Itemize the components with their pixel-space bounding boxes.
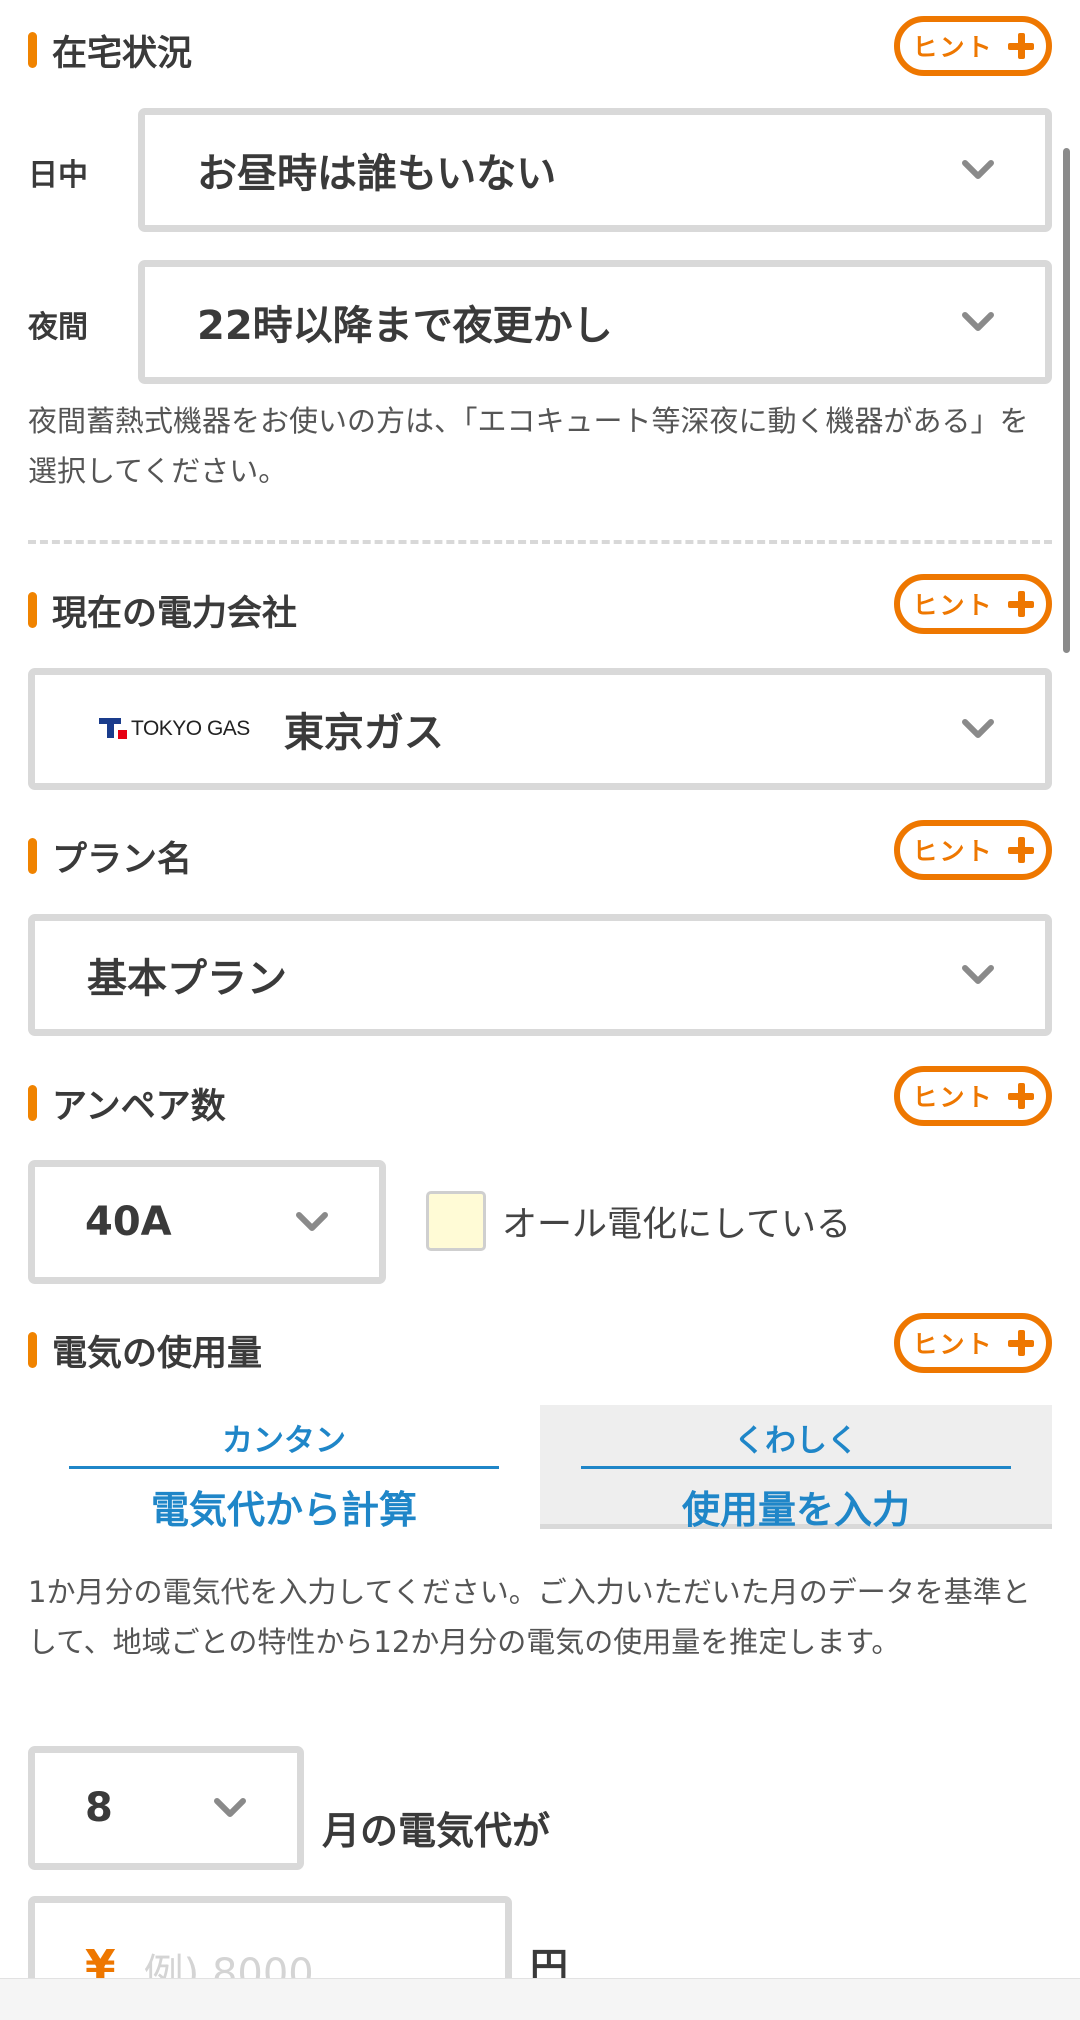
tokyo-gas-logo-text: TOKYO GAS <box>131 717 250 740</box>
plus-icon <box>1007 837 1034 863</box>
chevron-down-icon <box>961 153 995 187</box>
usage-note: 1か月分の電気代を入力してください。ご入力いただいた月のデータを基準として、地域… <box>28 1575 1031 1659</box>
section-title-occupancy: 在宅状況 <box>52 33 193 74</box>
section-header-occupancy: 在宅状況 <box>28 28 192 74</box>
hint-label: ヒント <box>912 837 994 866</box>
month-value: 8 <box>85 1785 113 1831</box>
daytime-label: 日中 <box>28 158 88 193</box>
section-bar <box>28 592 37 628</box>
company-value: 東京ガス <box>283 710 444 756</box>
hint-label: ヒント <box>912 33 994 62</box>
plus-icon <box>1007 591 1034 617</box>
hint-button-ampere[interactable]: ヒント <box>894 1066 1052 1126</box>
hint-label: ヒント <box>912 1083 994 1112</box>
section-title-plan: プラン名 <box>52 839 193 880</box>
tokyo-gas-logo: TOKYO GAS <box>99 717 250 741</box>
hint-button-company[interactable]: ヒント <box>894 574 1052 634</box>
chevron-down-icon <box>295 1205 329 1239</box>
section-header-ampere: アンペア数 <box>28 1081 226 1127</box>
hint-button-plan[interactable]: ヒント <box>894 820 1052 880</box>
all-electric-checkbox[interactable] <box>426 1191 486 1251</box>
plus-icon <box>1007 33 1034 59</box>
hint-button-usage[interactable]: ヒント <box>894 1313 1052 1373</box>
section-header-usage: 電気の使用量 <box>28 1328 262 1374</box>
chevron-down-icon <box>213 1791 247 1825</box>
section-title-ampere: アンペア数 <box>52 1086 226 1127</box>
tab-detailed-underline <box>581 1466 1011 1469</box>
occupancy-note: 夜間蓄熱式機器をお使いの方は、「エコキュート等深夜に動く機器がある」を選択してく… <box>28 404 1029 488</box>
section-header-company: 現在の電力会社 <box>28 588 297 634</box>
tab-detailed-main: 使用量を入力 <box>681 1488 910 1532</box>
plan-select[interactable]: 基本プラン <box>28 914 1052 1036</box>
company-select[interactable]: TOKYO GAS 東京ガス <box>28 668 1052 790</box>
month-suffix: 月の電気代が <box>322 1809 551 1853</box>
tab-detailed-sub: くわしく <box>734 1423 858 1459</box>
month-select[interactable]: 8 <box>28 1746 304 1870</box>
daytime-select[interactable]: お昼時は誰もいない <box>138 108 1052 232</box>
section-header-plan: プラン名 <box>28 834 192 880</box>
night-select[interactable]: 22時以降まで夜更かし <box>138 260 1052 384</box>
night-value: 22時以降まで夜更かし <box>197 303 613 349</box>
tab-detailed[interactable]: くわしく 使用量を入力 <box>540 1405 1052 1532</box>
section-title-usage: 電気の使用量 <box>52 1333 263 1374</box>
hint-button-occupancy[interactable]: ヒント <box>894 16 1052 76</box>
section-bar <box>28 838 37 874</box>
ampere-select[interactable]: 40A <box>28 1160 386 1284</box>
hint-label: ヒント <box>912 1330 994 1359</box>
tab-easy-underline <box>69 1466 499 1469</box>
chevron-down-icon <box>961 305 995 339</box>
plus-icon <box>1007 1083 1034 1109</box>
tab-easy[interactable]: カンタン 電気代から計算 <box>28 1405 540 1532</box>
tab-easy-sub: カンタン <box>222 1423 346 1459</box>
bottom-bar <box>0 1978 1080 2020</box>
section-divider <box>28 540 1052 544</box>
section-bar <box>28 32 37 68</box>
section-title-company: 現在の電力会社 <box>52 593 298 634</box>
scrollbar[interactable] <box>1063 148 1070 653</box>
chevron-down-icon <box>961 958 995 992</box>
section-bar <box>28 1332 37 1368</box>
hint-label: ヒント <box>912 591 994 620</box>
tab-easy-main: 電気代から計算 <box>150 1488 417 1532</box>
plus-icon <box>1007 1330 1034 1356</box>
ampere-value: 40A <box>85 1199 172 1245</box>
all-electric-label[interactable]: オール電化にしている <box>502 1196 851 1247</box>
section-bar <box>28 1085 37 1121</box>
plan-value: 基本プラン <box>87 956 287 1002</box>
daytime-value: お昼時は誰もいない <box>197 151 557 197</box>
chevron-down-icon <box>961 712 995 746</box>
tokyo-gas-mark-icon <box>99 718 127 739</box>
night-label: 夜間 <box>28 310 88 345</box>
